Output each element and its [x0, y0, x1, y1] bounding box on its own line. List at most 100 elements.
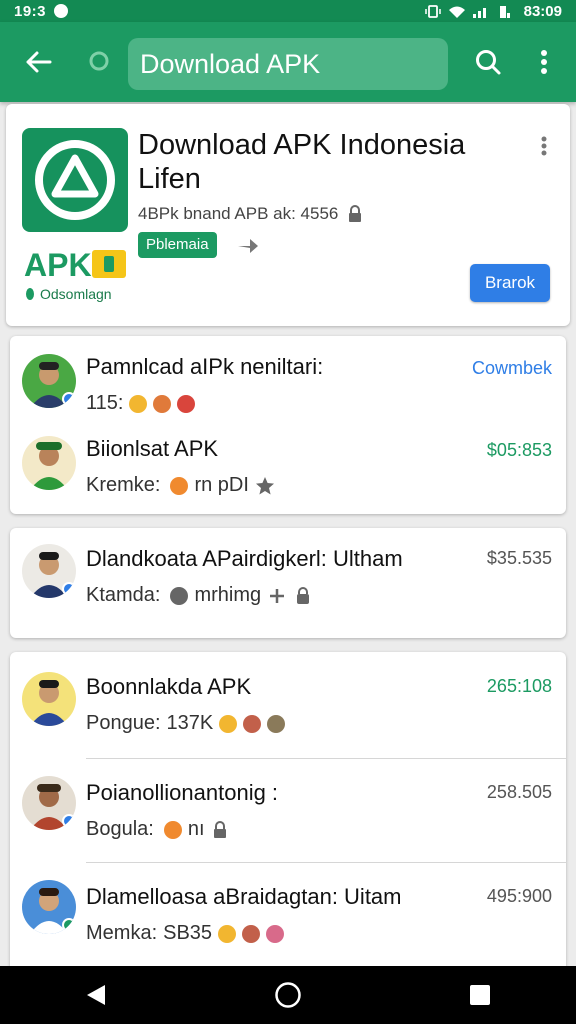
square-recents-icon	[470, 985, 490, 1005]
back-button[interactable]	[12, 36, 64, 88]
avatar	[22, 436, 76, 490]
item-title: Dlamelloasa aBraidagtan: Uitam	[86, 884, 402, 909]
avatar-person-icon	[30, 442, 68, 490]
emoji-icon	[153, 394, 172, 413]
item-sub-text: 115:	[86, 392, 124, 414]
list-item[interactable]: Dlandkoata APairdigkerl: Ultham Ktamda: …	[10, 528, 566, 628]
list-card: Boonnlakda APK Pongue: 137K 265:108 Poia…	[10, 652, 566, 972]
item-title: Biionlsat APK	[86, 436, 219, 461]
item-subtitle: Ktamda: mrhimg	[86, 584, 313, 607]
battery-icon	[499, 5, 510, 18]
status-bar: 19:3 83:09	[0, 0, 576, 22]
item-value[interactable]: Cowmbek	[472, 358, 552, 379]
card-more-icon[interactable]	[536, 134, 552, 158]
list-item[interactable]: Pamnlcad aIPk neniltari: 115: Cowmbek	[10, 336, 566, 436]
app-meta-text: 4BPk bnand APB ak: 4556	[138, 204, 339, 223]
circle-home-icon	[275, 982, 301, 1008]
emoji-icon	[242, 924, 261, 943]
emoji-icon	[170, 476, 189, 495]
verified-badge-icon	[62, 582, 76, 596]
avatar	[22, 354, 76, 408]
system-nav-bar	[0, 966, 576, 1024]
lock-icon	[213, 820, 226, 838]
avatar	[22, 776, 76, 830]
search-input[interactable]: Download APK	[128, 38, 448, 90]
item-sub-text: Memka:	[86, 922, 158, 944]
app-icon[interactable]	[22, 128, 128, 232]
item-sub-text: Kremke:	[86, 474, 161, 496]
item-subtitle: Kremke: rn pDI	[86, 474, 275, 497]
star-icon	[255, 476, 274, 494]
list-item[interactable]: Biionlsat APK Kremke: rn pDI $05:853	[10, 422, 566, 522]
item-sub-extra: nı	[187, 818, 205, 840]
avatar-person-icon	[30, 680, 68, 726]
notification-icon	[54, 4, 69, 18]
item-value: 495:900	[486, 886, 552, 906]
item-title: Poianollionantonig :	[86, 780, 279, 805]
list-item[interactable]: Poianollionantonig : Bogula: nı 258.505	[10, 760, 566, 860]
more-vert-icon	[541, 50, 547, 74]
item-value: $05:853	[486, 440, 552, 460]
verified-badge-icon	[62, 918, 76, 932]
apk-logo-text: APK	[24, 247, 92, 283]
lock-icon	[297, 586, 310, 604]
avatar	[22, 672, 76, 726]
item-title: Dlandkoata APairdigkerl: Ultham	[86, 546, 403, 571]
list-item[interactable]: Boonnlakda APK Pongue: 137K 265:108	[10, 652, 566, 752]
nav-recents-button[interactable]	[450, 970, 510, 1020]
wifi-icon	[448, 6, 465, 18]
item-sub-text: Bogula:	[86, 818, 154, 840]
list-item[interactable]: Dlamelloasa aBraidagtan: Uitam Memka: SB…	[10, 864, 566, 964]
app-meta: 4BPk bnand APB ak: 4556	[138, 204, 364, 224]
apk-logo-graphic: APK	[24, 247, 126, 283]
share-icon[interactable]	[236, 234, 260, 256]
overflow-menu-button[interactable]	[522, 40, 566, 84]
item-subtitle: Pongue: 137K	[86, 712, 286, 735]
nav-home-button[interactable]	[258, 970, 318, 1020]
item-sub-extra: SB35	[163, 922, 213, 944]
item-title: Boonnlakda APK	[86, 674, 252, 699]
emoji-icon	[170, 586, 189, 605]
divider	[86, 862, 566, 863]
item-title: Pamnlcad aIPk neniltari:	[86, 354, 324, 379]
plus-icon	[270, 588, 285, 603]
apk-logo: APK	[22, 244, 128, 284]
triangle-logo-icon	[35, 140, 115, 220]
item-subtitle: Memka: SB35	[86, 922, 285, 945]
app-title: Download APK Indonesia Lifen	[138, 129, 466, 195]
status-icons: 83:09	[424, 3, 562, 20]
arrow-left-icon	[26, 51, 52, 73]
item-sub-extra: 137K	[166, 712, 214, 734]
item-sub-extra: rn pDI	[194, 474, 249, 496]
search-text: Download APK	[140, 48, 321, 79]
item-value: 265:108	[486, 676, 552, 696]
nav-back-button[interactable]	[66, 970, 126, 1020]
item-sub-extra: mrhimg	[194, 584, 262, 606]
install-button[interactable]: Brarok	[470, 264, 550, 302]
emoji-icon	[129, 394, 148, 413]
status-time: 19:3	[14, 2, 47, 20]
emoji-icon	[267, 714, 286, 733]
item-subtitle: 115:	[86, 392, 196, 415]
divider	[86, 758, 566, 759]
developer-line[interactable]: Odsomlagn	[24, 286, 112, 302]
developer-name: Odsomlagn	[40, 286, 112, 302]
emoji-icon	[218, 924, 237, 943]
app-detail-card: APK Odsomlagn Download APK Indonesia Lif…	[6, 104, 570, 326]
item-sub-text: Pongue:	[86, 712, 161, 734]
status-clock: 83:09	[523, 2, 562, 20]
category-tag[interactable]: Pblemaia	[138, 232, 217, 258]
item-value: $35.535	[486, 548, 552, 568]
search-icon	[476, 50, 501, 75]
emoji-icon	[243, 714, 262, 733]
search-button[interactable]	[466, 40, 510, 84]
lock-icon	[349, 205, 362, 222]
avatar	[22, 544, 76, 598]
signal-icon	[472, 7, 486, 18]
list-card: Dlandkoata APairdigkerl: Ultham Ktamda: …	[10, 528, 566, 638]
list-card: Pamnlcad aIPk neniltari: 115: Cowmbek Bi…	[10, 336, 566, 514]
emoji-icon	[266, 924, 285, 943]
emoji-icon	[219, 714, 238, 733]
emoji-icon	[177, 394, 196, 413]
leaf-icon	[26, 288, 34, 300]
